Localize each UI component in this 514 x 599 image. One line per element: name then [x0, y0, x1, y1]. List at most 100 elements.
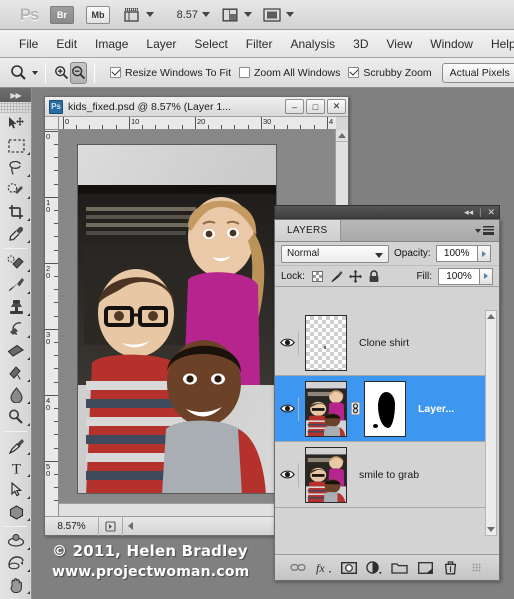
launch-bridge-button[interactable]: Br: [50, 5, 74, 24]
clone-stamp-tool[interactable]: [0, 296, 32, 318]
layer-style-fx-icon[interactable]: fx: [314, 559, 332, 577]
scroll-up-arrow-icon[interactable]: [336, 130, 348, 142]
rectangular-marquee-tool[interactable]: [0, 135, 32, 157]
menu-item-image[interactable]: Image: [86, 30, 137, 58]
launch-mini-bridge-button[interactable]: Mb: [86, 5, 110, 24]
brush-tool[interactable]: [0, 274, 32, 296]
zoom-tool-icon[interactable]: [10, 61, 27, 85]
layer-visibility-toggle[interactable]: [277, 330, 299, 355]
3d-rotate-tool[interactable]: [0, 530, 32, 552]
menu-item-view[interactable]: View: [377, 30, 421, 58]
vertical-ruler[interactable]: 0 10 20 30 40 50: [45, 130, 59, 516]
zoom-in-icon[interactable]: [53, 62, 70, 84]
arrange-documents-icon[interactable]: [220, 6, 240, 24]
menu-item-window[interactable]: Window: [421, 30, 482, 58]
menu-item-filter[interactable]: Filter: [237, 30, 282, 58]
layer-list-scrollbar[interactable]: [485, 310, 497, 536]
maximize-button[interactable]: □: [306, 99, 325, 114]
history-brush-tool[interactable]: [0, 318, 32, 340]
layer-row-clone-shirt[interactable]: Clone shirt: [275, 310, 486, 376]
layer-name[interactable]: Layer...: [418, 403, 454, 415]
quick-selection-tool[interactable]: [0, 179, 32, 201]
blur-tool[interactable]: [0, 384, 32, 406]
layer-name[interactable]: Clone shirt: [359, 337, 409, 349]
scrubby-zoom-checkbox[interactable]: Scrubby Zoom: [348, 67, 432, 79]
panel-menu-icon[interactable]: [475, 220, 499, 241]
menu-item-edit[interactable]: Edit: [47, 30, 86, 58]
zoom-all-windows-checkbox[interactable]: Zoom All Windows: [239, 67, 340, 79]
move-tool[interactable]: [0, 113, 32, 135]
tools-panel-collapse-icon[interactable]: ▶▶: [0, 88, 31, 102]
layer-thumbnail[interactable]: [305, 380, 347, 437]
lock-position-icon[interactable]: [348, 269, 362, 283]
status-zoom-level[interactable]: 8.57%: [45, 516, 99, 536]
lasso-tool[interactable]: [0, 157, 32, 179]
dodge-tool[interactable]: [0, 406, 32, 428]
fill-stepper-icon[interactable]: [480, 267, 493, 285]
scrubby-zoom-check-icon[interactable]: [348, 67, 360, 78]
screen-mode-icon[interactable]: [262, 6, 282, 24]
view-extras-dropdown-arrow-icon[interactable]: [146, 12, 154, 17]
new-adjustment-layer-icon[interactable]: [365, 559, 383, 577]
layer-visibility-toggle[interactable]: [277, 396, 299, 421]
status-bar-menu-arrow-icon[interactable]: [123, 522, 137, 530]
panel-dock-title-bar[interactable]: ◂◂ | ✕: [274, 205, 500, 219]
eraser-tool[interactable]: [0, 340, 32, 362]
layer-row-smile-to-grab[interactable]: smile to grab: [275, 442, 486, 508]
document-info-icon[interactable]: [99, 516, 123, 536]
menu-item-3d[interactable]: 3D: [344, 30, 377, 58]
fill-input[interactable]: 100%: [438, 267, 480, 285]
zoom-out-icon[interactable]: [70, 61, 87, 84]
gradient-tool[interactable]: [0, 362, 32, 384]
layer-visibility-toggle[interactable]: [277, 462, 299, 487]
close-button[interactable]: ✕: [327, 99, 346, 114]
close-panel-icon[interactable]: ✕: [487, 208, 495, 217]
minimize-button[interactable]: –: [285, 99, 304, 114]
tools-panel-gripper[interactable]: [0, 102, 31, 113]
lock-transparent-pixels-icon[interactable]: [311, 270, 324, 283]
layer-list[interactable]: Clone shirt Layer... smile to grab: [275, 310, 499, 536]
ruler-origin-corner[interactable]: [45, 117, 59, 130]
menu-item-help[interactable]: Help: [482, 30, 514, 58]
menu-item-file[interactable]: File: [10, 30, 47, 58]
3d-orbit-tool[interactable]: [0, 552, 32, 574]
layer-thumbnail[interactable]: [305, 314, 347, 371]
lock-image-pixels-icon[interactable]: [330, 270, 343, 283]
panel-menu-lines-icon[interactable]: [483, 226, 494, 235]
panel-resize-grip[interactable]: [467, 559, 485, 577]
opacity-input[interactable]: 100%: [435, 245, 478, 262]
path-selection-tool[interactable]: [0, 479, 32, 501]
horizontal-type-tool[interactable]: T: [0, 457, 32, 479]
resize-windows-to-fit-check-icon[interactable]: [110, 67, 121, 78]
zoom-level-dropdown-arrow-icon[interactable]: [202, 12, 210, 17]
delete-layer-icon[interactable]: [442, 559, 460, 577]
spot-healing-brush-tool[interactable]: [0, 252, 32, 274]
zoom-level-field[interactable]: 8.57: [164, 9, 198, 21]
menu-item-layer[interactable]: Layer: [137, 30, 185, 58]
eyedropper-tool[interactable]: [0, 223, 32, 245]
resize-windows-to-fit-checkbox[interactable]: Resize Windows To Fit: [110, 67, 231, 79]
hand-tool[interactable]: [0, 574, 32, 596]
menu-item-select[interactable]: Select: [185, 30, 236, 58]
new-layer-icon[interactable]: [416, 559, 434, 577]
lock-all-icon[interactable]: [368, 269, 381, 283]
crop-tool[interactable]: [0, 201, 32, 223]
add-layer-mask-icon[interactable]: [340, 559, 358, 577]
layer-mask-thumbnail[interactable]: [364, 380, 406, 437]
screen-mode-dropdown-arrow-icon[interactable]: [286, 12, 294, 17]
tool-preset-dropdown-arrow-icon[interactable]: [32, 70, 38, 75]
zoom-all-windows-check-icon[interactable]: [239, 67, 251, 78]
view-extras-icon[interactable]: [122, 6, 142, 24]
blend-mode-select[interactable]: Normal: [281, 244, 389, 263]
tab-layers[interactable]: LAYERS: [275, 220, 341, 241]
link-layers-icon[interactable]: [350, 402, 361, 416]
link-layers-icon[interactable]: [289, 559, 307, 577]
scroll-up-arrow-icon[interactable]: [486, 311, 496, 322]
layer-thumbnail[interactable]: [305, 446, 347, 503]
chevron-down-icon[interactable]: [375, 252, 383, 258]
shape-tool[interactable]: [0, 501, 32, 523]
canvas-image[interactable]: [77, 144, 277, 494]
menu-item-analysis[interactable]: Analysis: [281, 30, 344, 58]
scroll-down-arrow-icon[interactable]: [486, 524, 496, 535]
pen-tool[interactable]: [0, 435, 32, 457]
